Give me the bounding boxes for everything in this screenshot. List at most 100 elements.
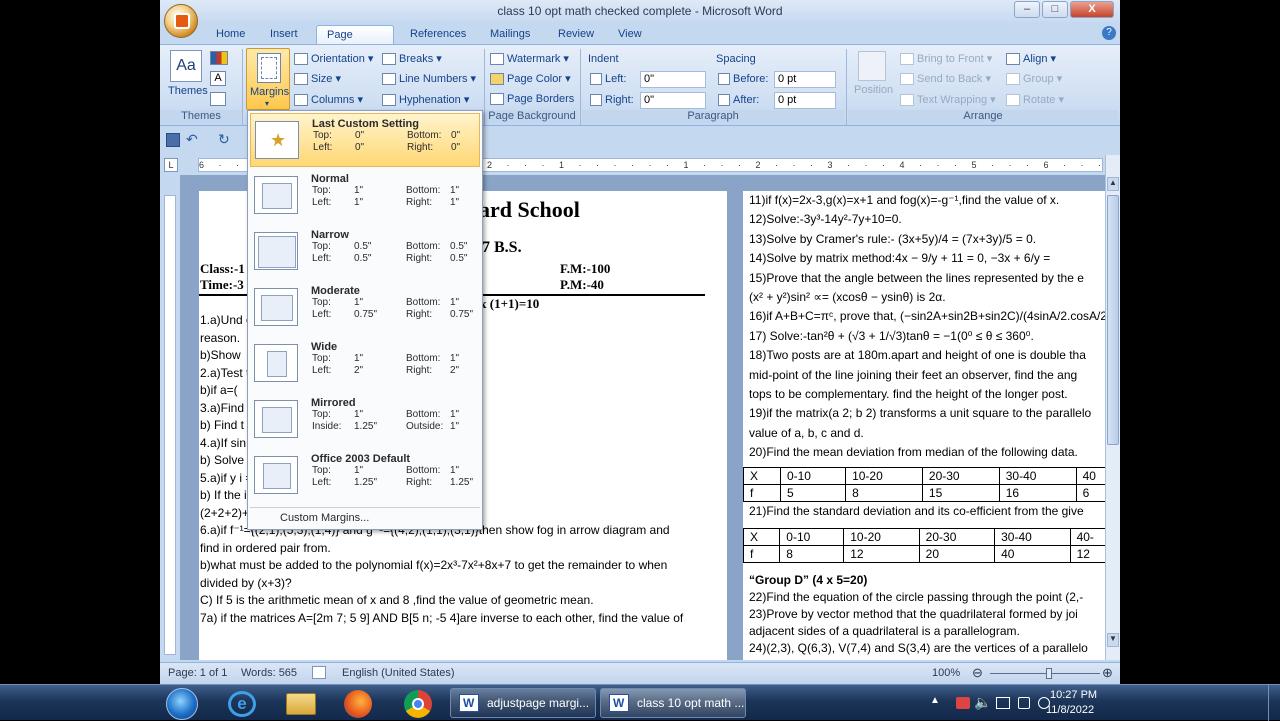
volume-icon[interactable]: 🔈 bbox=[974, 694, 991, 711]
position-icon[interactable] bbox=[858, 51, 886, 81]
zoom-slider[interactable] bbox=[990, 673, 1100, 674]
orientation-button[interactable]: Orientation ▾ bbox=[294, 52, 373, 66]
table-cell: 8 bbox=[845, 484, 923, 502]
tab-page-layout[interactable]: Page Layout bbox=[316, 25, 394, 59]
align-button[interactable]: Align ▾ bbox=[1006, 52, 1056, 66]
screen: class 10 opt math checked complete - Mic… bbox=[0, 0, 1280, 721]
hyphenation-button[interactable]: Hyphenation ▾ bbox=[382, 93, 469, 107]
question-23-cont: adjacent sides of a quadrilateral is a p… bbox=[749, 624, 1020, 638]
bring-to-front-button[interactable]: Bring to Front ▾ bbox=[900, 52, 992, 66]
network-icon[interactable] bbox=[996, 697, 1010, 709]
group-button[interactable]: Group ▾ bbox=[1006, 72, 1062, 86]
margin-option-moderate[interactable]: Moderate Top: 1" Bottom: 1" Left: 0.75" Right: 0… bbox=[250, 281, 480, 335]
indent-left-input[interactable]: 0" bbox=[640, 71, 706, 88]
top-value: 1" bbox=[354, 185, 364, 196]
text-wrapping-button[interactable]: Text Wrapping ▾ bbox=[900, 93, 996, 107]
separator bbox=[484, 49, 485, 125]
spacing-after-input[interactable]: 0 pt bbox=[774, 92, 836, 109]
show-hidden-icons-icon[interactable]: ▲ bbox=[930, 695, 940, 706]
page-count[interactable]: Page: 1 of 1 bbox=[168, 667, 227, 679]
theme-fonts-icon[interactable]: A bbox=[210, 71, 226, 86]
indent-label: Indent bbox=[588, 53, 619, 65]
scroll-up-icon[interactable]: ▲ bbox=[1107, 177, 1119, 191]
spacing-before-input[interactable]: 0 pt bbox=[774, 71, 836, 88]
top-value: 1" bbox=[354, 465, 364, 476]
columns-button[interactable]: Columns ▾ bbox=[294, 93, 363, 107]
zoom-out-icon[interactable]: ⊖ bbox=[972, 665, 983, 681]
margin-option-office-2003-default[interactable]: Office 2003 Default Top: 1" Bottom: 1" Left: 1… bbox=[250, 449, 480, 503]
breaks-button[interactable]: Breaks ▾ bbox=[382, 52, 442, 66]
margin-option-mirrored[interactable]: Mirrored Top: 1" Bottom: 1" Inside: 1.25" Outsi… bbox=[250, 393, 480, 447]
table-cell: 10-20 bbox=[845, 467, 923, 485]
line-numbers-button[interactable]: Line Numbers ▾ bbox=[382, 72, 476, 86]
show-desktop-button[interactable] bbox=[1268, 685, 1280, 721]
redo-icon[interactable]: ↻ bbox=[218, 131, 230, 148]
full-marks-label: F.M:-100 bbox=[560, 261, 611, 276]
margin-option-last-custom-setting[interactable]: ★ Last Custom Setting Top: 0" Bottom: 0" Left:… bbox=[250, 113, 480, 167]
page-color-button[interactable]: Page Color ▾ bbox=[490, 72, 571, 86]
margin-option-wide[interactable]: Wide Top: 1" Bottom: 1" Left: 2" Right: 2" bbox=[250, 337, 480, 391]
size-button[interactable]: Size ▾ bbox=[294, 72, 341, 86]
indent-right-input[interactable]: 0" bbox=[640, 92, 706, 109]
scroll-thumb[interactable] bbox=[1107, 195, 1119, 445]
custom-margins-item[interactable]: Custom Margins... bbox=[280, 512, 369, 524]
language[interactable]: English (United States) bbox=[342, 667, 455, 679]
word-count[interactable]: Words: 565 bbox=[241, 667, 297, 679]
zoom-level[interactable]: 100% bbox=[932, 667, 960, 679]
right-label: Outside: bbox=[406, 421, 444, 432]
zoom-in-icon[interactable]: ⊕ bbox=[1102, 665, 1113, 681]
table-row: f 5 8 15 16 6 bbox=[743, 484, 1105, 502]
save-icon[interactable] bbox=[166, 133, 180, 147]
tab-selector-icon[interactable]: L bbox=[164, 158, 178, 172]
theme-effects-icon[interactable] bbox=[210, 92, 226, 106]
maximize-button[interactable]: □ bbox=[1042, 1, 1068, 18]
position-button-label[interactable]: Position bbox=[854, 84, 893, 96]
taskbar-item-class-10-doc[interactable]: class 10 opt math ... bbox=[600, 688, 746, 718]
scroll-down-icon[interactable]: ▼ bbox=[1107, 633, 1119, 647]
close-button[interactable]: X bbox=[1070, 1, 1114, 18]
zoom-slider-thumb[interactable] bbox=[1046, 668, 1052, 679]
start-button[interactable] bbox=[166, 688, 198, 720]
table-cell: 20-30 bbox=[921, 467, 1000, 485]
group-label-paragraph: Paragraph bbox=[582, 110, 844, 123]
taskbar-item-adjust-margins[interactable]: adjustpage margi... bbox=[450, 688, 596, 718]
tab-view[interactable]: View bbox=[608, 25, 652, 44]
themes-icon[interactable]: Aa bbox=[170, 50, 202, 82]
watermark-button[interactable]: Watermark ▾ bbox=[490, 52, 569, 66]
margin-option-normal[interactable]: Normal Top: 1" Bottom: 1" Left: 1" Right: 1" bbox=[250, 169, 480, 223]
question-line: divided by (x+3)? bbox=[200, 575, 292, 590]
clock-date[interactable]: 11/8/2022 bbox=[1046, 704, 1094, 716]
margins-button[interactable]: Margins ▾ bbox=[246, 48, 290, 110]
send-to-back-button[interactable]: Send to Back ▾ bbox=[900, 72, 991, 86]
theme-colors-icon[interactable] bbox=[210, 51, 228, 65]
margin-option-narrow[interactable]: Narrow Top: 0.5" Bottom: 0.5" Left: 0.5" Right:… bbox=[250, 225, 480, 279]
proofing-icon[interactable] bbox=[312, 666, 326, 679]
themes-button-label[interactable]: Themes bbox=[168, 85, 208, 97]
action-center-icon[interactable] bbox=[956, 697, 970, 709]
table-cell: f bbox=[743, 484, 781, 502]
send-to-back-icon bbox=[900, 73, 914, 86]
file-explorer-icon[interactable] bbox=[286, 693, 316, 715]
group-icon bbox=[1006, 73, 1020, 86]
undo-icon[interactable]: ↶ bbox=[186, 131, 198, 148]
help-icon[interactable]: ? bbox=[1102, 26, 1116, 40]
spacing-after-icon bbox=[718, 94, 730, 107]
tab-mailings[interactable]: Mailings bbox=[480, 25, 540, 44]
tab-review[interactable]: Review bbox=[548, 25, 604, 44]
table-cell: 40 bbox=[1075, 467, 1105, 485]
right-value: 1" bbox=[450, 197, 460, 208]
page-borders-button[interactable]: Page Borders bbox=[490, 93, 574, 106]
chrome-icon[interactable] bbox=[404, 690, 432, 718]
right-page[interactable]: 11)if f(x)=2x-3,g(x)=x+1 and fog(x)=-g⁻¹… bbox=[743, 191, 1105, 660]
clock-time[interactable]: 10:27 PM bbox=[1050, 689, 1097, 701]
tab-references[interactable]: References bbox=[400, 25, 476, 44]
internet-explorer-icon[interactable]: e bbox=[228, 691, 256, 717]
left-label: Left: bbox=[313, 142, 333, 153]
vertical-scrollbar[interactable]: ▲ ▼ bbox=[1105, 155, 1120, 660]
minimize-button[interactable]: – bbox=[1014, 1, 1040, 18]
keyboard-icon[interactable] bbox=[1018, 697, 1030, 709]
tab-insert[interactable]: Insert bbox=[260, 25, 308, 44]
firefox-icon[interactable] bbox=[344, 690, 372, 718]
rotate-button[interactable]: Rotate ▾ bbox=[1006, 93, 1064, 107]
tab-home[interactable]: Home bbox=[206, 25, 255, 44]
